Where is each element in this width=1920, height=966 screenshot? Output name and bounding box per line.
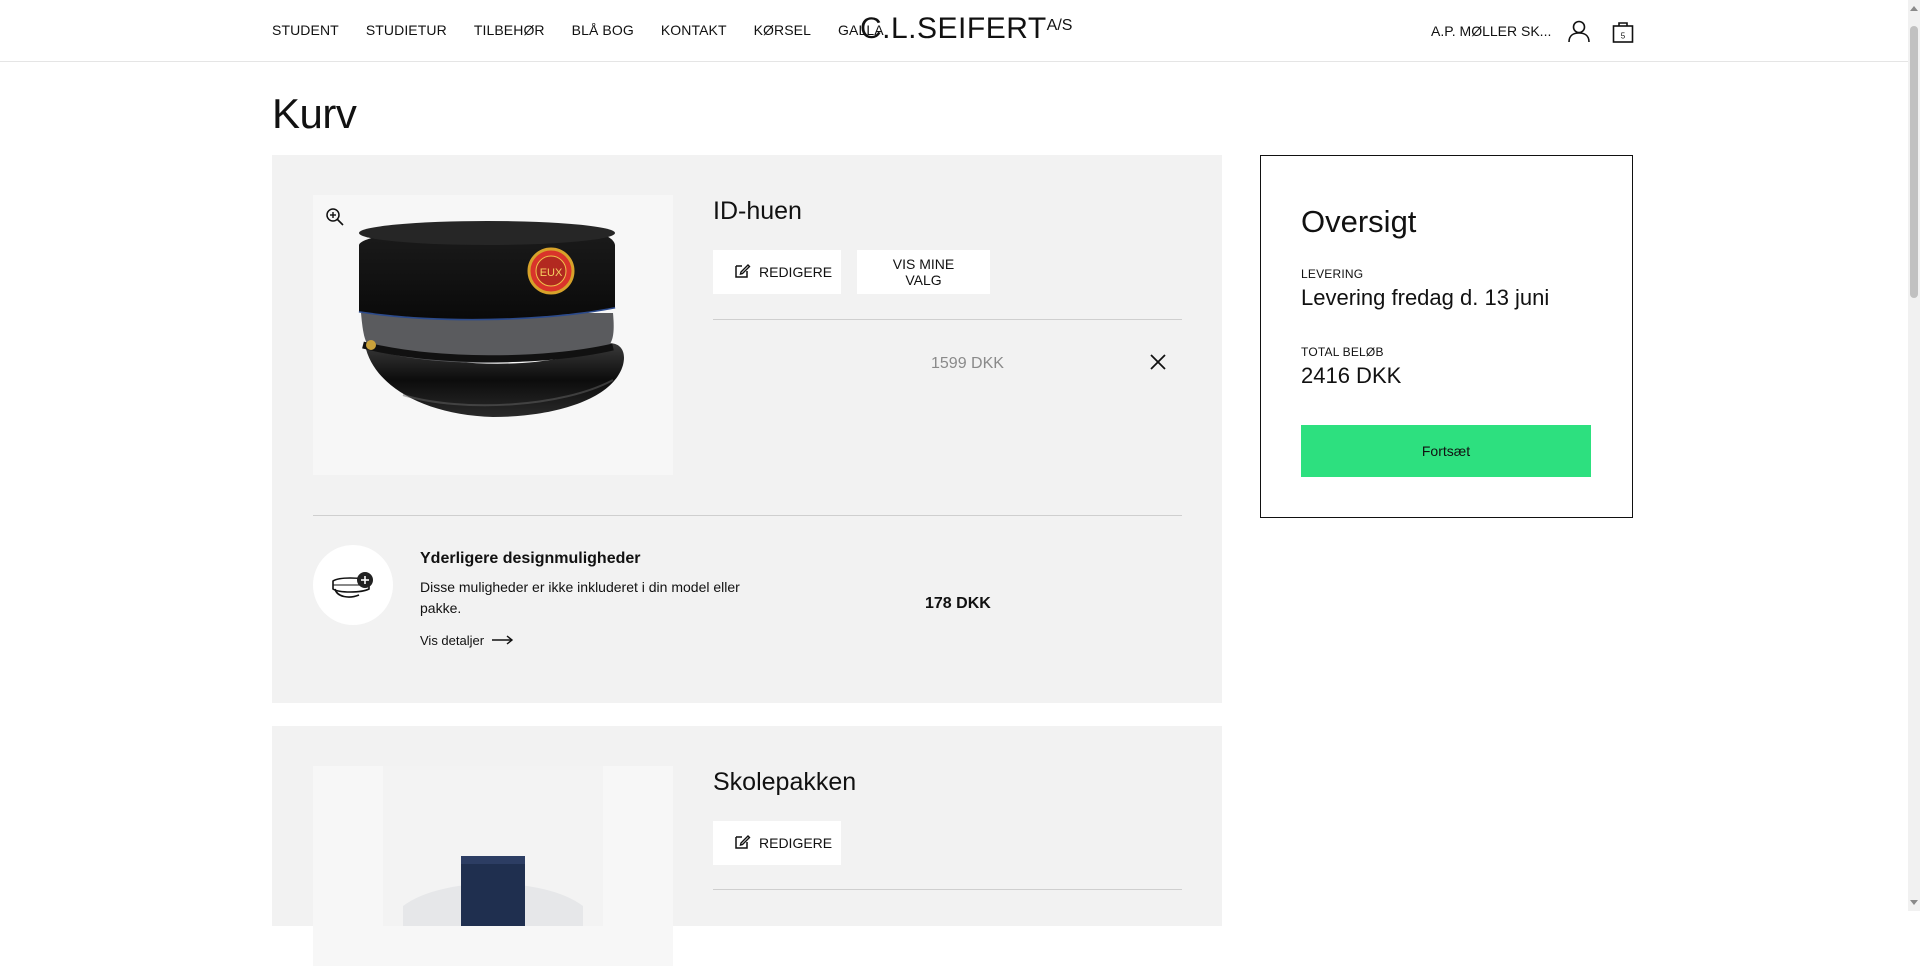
scroll-down-icon[interactable] (1910, 900, 1918, 905)
delivery-label: LEVERING (1301, 267, 1364, 281)
nav-item-bla-bog[interactable]: BLÅ BOG (572, 22, 634, 38)
delivery-value: Levering fredag d. 13 juni (1301, 285, 1550, 310)
show-details-link[interactable]: Vis detaljer (420, 633, 514, 648)
scrollbar-thumb[interactable] (1910, 26, 1918, 298)
show-details-label: Vis detaljer (420, 633, 485, 648)
school-package-illustration (383, 766, 603, 926)
total-label: TOTAL BELØB (1301, 345, 1384, 359)
user-icon[interactable] (1566, 18, 1592, 44)
cart-bag-icon[interactable]: 5 (1610, 18, 1636, 44)
page-title: Kurv (272, 90, 357, 137)
nav-item-kontakt[interactable]: KONTAKT (661, 22, 727, 38)
addon-price: 178 DKK (925, 595, 991, 612)
show-choices-button[interactable]: VIS MINE VALG (857, 250, 990, 294)
edit-label: REDIGERE (759, 264, 833, 280)
cart-count: 5 (1621, 32, 1626, 41)
edit-button[interactable]: REDIGERE (713, 821, 841, 865)
logo-text: C.L.SEIFERT (860, 12, 1047, 45)
product-image-package[interactable] (313, 766, 673, 966)
main-nav: STUDENT STUDIETUR TILBEHØR BLÅ BOG KONTA… (272, 22, 911, 38)
nav-item-tilbehor[interactable]: TILBEHØR (474, 22, 545, 38)
zoom-icon[interactable] (325, 207, 345, 227)
continue-button[interactable]: Fortsæt (1301, 425, 1591, 477)
edit-icon (733, 833, 751, 854)
order-summary: Oversigt LEVERING Levering fredag d. 13 … (1260, 155, 1633, 518)
scrollbar[interactable] (1908, 0, 1920, 911)
divider (713, 319, 1182, 320)
addon-title: Yderligere designmuligheder (420, 550, 641, 567)
school-selector[interactable]: A.P. MØLLER SK... (1431, 23, 1551, 39)
nav-item-korsel[interactable]: KØRSEL (754, 22, 811, 38)
divider (713, 889, 1182, 890)
edit-icon (733, 262, 751, 283)
svg-text:EUX: EUX (540, 267, 563, 279)
scroll-up-icon[interactable] (1910, 6, 1918, 11)
edit-label: REDIGERE (759, 835, 833, 851)
cart-item-card: Skolepakken REDIGERE (272, 726, 1222, 966)
nav-item-student[interactable]: STUDENT (272, 22, 339, 38)
site-header: STUDENT STUDIETUR TILBEHØR BLÅ BOG KONTA… (0, 0, 1908, 62)
logo-suffix: A/S (1046, 17, 1073, 34)
close-icon[interactable] (1149, 353, 1167, 371)
product-name: Skolepakken (713, 768, 857, 796)
cart-item-card: EUX ID-huen REDIGERE VIS MINE VALG 1599 … (272, 155, 1222, 703)
addon-cap-plus-icon (313, 545, 393, 625)
total-value: 2416 DKK (1301, 363, 1402, 388)
site-logo[interactable]: C.L.SEIFERTA/S (860, 12, 1072, 46)
product-image-cap[interactable]: EUX (313, 195, 673, 475)
student-cap-illustration: EUX (358, 221, 624, 417)
summary-title: Oversigt (1301, 204, 1417, 239)
edit-button[interactable]: REDIGERE (713, 250, 841, 294)
product-name: ID-huen (713, 197, 802, 225)
addon-description: Disse muligheder er ikke inkluderet i di… (420, 579, 740, 616)
item-price: 1599 DKK (931, 355, 1004, 372)
nav-item-studietur[interactable]: STUDIETUR (366, 22, 447, 38)
arrow-right-icon (492, 633, 514, 648)
divider (313, 515, 1182, 516)
